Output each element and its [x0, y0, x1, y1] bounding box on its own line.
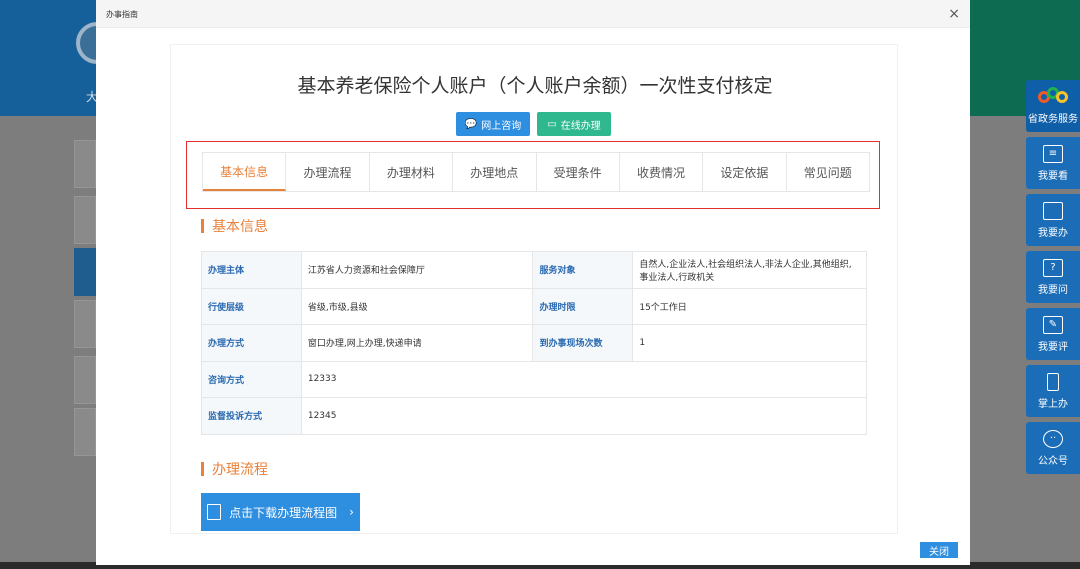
section-bar: [201, 462, 204, 476]
table-key: 办理方式: [201, 324, 302, 362]
table-key: 办理时限: [532, 287, 634, 325]
modal-close-icon[interactable]: ×: [948, 6, 960, 22]
sidebar-item-label: 我要办: [1038, 227, 1068, 239]
online-handle-label: 在线办理: [560, 120, 601, 132]
section-heading-basic-info: 基本信息: [201, 216, 268, 236]
online-handle-button[interactable]: ▭ 在线办理: [537, 112, 611, 136]
sidebar-item-label: 我要问: [1038, 284, 1068, 296]
sidebar-item-label: 省政务服务: [1028, 114, 1078, 125]
chat-icon: 💬: [464, 118, 478, 130]
tab-conditions[interactable]: 受理条件: [537, 153, 620, 191]
tab-legal-basis[interactable]: 设定依据: [703, 153, 787, 191]
bg-card: [74, 300, 96, 348]
download-flowchart-button[interactable]: 点击下载办理流程图 ›: [201, 493, 360, 531]
sidebar-item-label: 公众号: [1038, 455, 1068, 467]
tabs-highlight-frame: 基本信息 办理流程 办理材料 办理地点 受理条件 收费情况 设定依据 常见问题: [186, 141, 880, 209]
sidebar-item-wechat[interactable]: ·· 公众号: [1026, 422, 1080, 474]
table-value: 15个工作日: [632, 287, 867, 325]
question-icon: ?: [1043, 258, 1063, 277]
close-button[interactable]: 关闭: [920, 542, 958, 558]
tab-faq[interactable]: 常见问题: [787, 153, 869, 191]
guide-content: 基本养老保险个人账户（个人账户余额）一次性支付核定 💬 网上咨询 ▭ 在线办理 …: [170, 44, 898, 534]
sidebar-item-label: 我要看: [1038, 170, 1068, 182]
table-row: 行使层级 省级,市级,县级 办理时限 15个工作日: [201, 287, 867, 325]
tab-materials[interactable]: 办理材料: [370, 153, 454, 191]
section-heading-text: 办理流程: [212, 462, 268, 478]
bg-card: [74, 196, 96, 244]
table-row: 监督投诉方式 12345: [201, 397, 868, 435]
document-icon: [207, 504, 222, 520]
modal-title: 办事指南: [106, 10, 138, 19]
sidebar-item-province-service[interactable]: 省政务服务: [1026, 80, 1080, 132]
modal-header: [96, 0, 970, 28]
tab-basic-info[interactable]: 基本信息: [203, 153, 287, 191]
bg-card: [74, 356, 96, 404]
table-key: 行使层级: [201, 287, 302, 325]
document-icon: ≡: [1043, 144, 1063, 163]
tab-fees[interactable]: 收费情况: [620, 153, 704, 191]
wechat-icon: ··: [1043, 429, 1063, 448]
tab-process[interactable]: 办理流程: [286, 153, 370, 191]
page-title: 基本养老保险个人账户（个人账户余额）一次性支付核定: [297, 75, 773, 97]
monitor-icon: [1043, 201, 1063, 220]
table-value: 12345: [300, 397, 868, 435]
guide-tabs: 基本信息 办理流程 办理材料 办理地点 受理条件 收费情况 设定依据 常见问题: [202, 152, 870, 192]
edit-icon: ✎: [1043, 315, 1063, 334]
sidebar-item-review[interactable]: ✎ 我要评: [1026, 308, 1080, 360]
table-value: 1: [632, 324, 867, 362]
floating-sidebar: 省政务服务 ≡ 我要看 我要办 ? 我要问 ✎ 我要评 掌上办 ·· 公众号: [1026, 80, 1080, 479]
section-bar: [201, 219, 204, 233]
table-key: 到办事现场次数: [532, 324, 634, 362]
guide-modal: 办事指南 × 基本养老保险个人账户（个人账户余额）一次性支付核定 💬 网上咨询 …: [96, 0, 970, 565]
table-value: 窗口办理,网上办理,快递申请: [300, 324, 534, 362]
table-key: 服务对象: [532, 251, 634, 289]
table-row: 咨询方式 12333: [201, 360, 868, 398]
table-value: 江苏省人力资源和社会保障厅: [300, 251, 534, 289]
sidebar-item-label: 我要评: [1038, 341, 1068, 353]
section-heading-process: 办理流程: [201, 459, 268, 479]
chevron-right-icon: ›: [349, 505, 354, 519]
sidebar-item-ask[interactable]: ? 我要问: [1026, 251, 1080, 303]
table-key: 办理主体: [201, 251, 302, 289]
sidebar-item-do[interactable]: 我要办: [1026, 194, 1080, 246]
online-consult-button[interactable]: 💬 网上咨询: [456, 112, 530, 136]
basic-info-table: 办理主体 江苏省人力资源和社会保障厅 服务对象 自然人,企业法人,社会组织法人,…: [201, 251, 868, 435]
bg-card: [74, 140, 96, 188]
table-row: 办理方式 窗口办理,网上办理,快递申请 到办事现场次数 1: [201, 324, 867, 362]
bg-card: [74, 408, 96, 456]
bg-card-active: [74, 248, 96, 296]
table-key: 监督投诉方式: [201, 397, 302, 435]
table-key: 咨询方式: [201, 360, 302, 398]
section-heading-text: 基本信息: [212, 219, 268, 235]
online-consult-label: 网上咨询: [481, 120, 522, 132]
monitor-icon: ▭: [547, 118, 557, 130]
download-flowchart-label: 点击下载办理流程图: [229, 505, 338, 520]
mobile-icon: [1047, 372, 1059, 391]
sidebar-item-view[interactable]: ≡ 我要看: [1026, 137, 1080, 189]
app-logo-icon: [1038, 87, 1068, 107]
sidebar-item-mobile[interactable]: 掌上办: [1026, 365, 1080, 417]
table-row: 办理主体 江苏省人力资源和社会保障厅 服务对象 自然人,企业法人,社会组织法人,…: [201, 251, 867, 289]
tab-location[interactable]: 办理地点: [453, 153, 537, 191]
table-value: 自然人,企业法人,社会组织法人,非法人企业,其他组织,事业法人,行政机关: [632, 251, 867, 289]
sidebar-item-label: 掌上办: [1038, 398, 1068, 410]
table-value: 省级,市级,县级: [300, 287, 534, 325]
table-value: 12333: [300, 360, 868, 398]
